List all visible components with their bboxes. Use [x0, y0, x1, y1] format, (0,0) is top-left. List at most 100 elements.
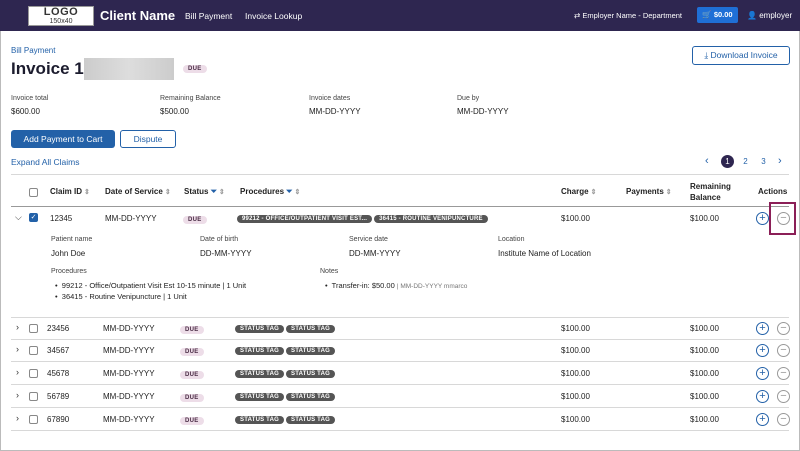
download-label: Download Invoice [710, 50, 778, 60]
col-actions: Actions [758, 187, 788, 196]
col-status[interactable]: Status ⏷ ⇕ [184, 187, 225, 197]
remaining-value: $100.00 [690, 214, 719, 223]
status-tag: STATUS TAG [286, 325, 335, 333]
page-2[interactable]: 2 [739, 155, 752, 168]
charge-value: $100.00 [561, 324, 590, 333]
claim-id: 12345 [50, 214, 73, 223]
page-3[interactable]: 3 [757, 155, 770, 168]
table-header-divider [11, 206, 789, 207]
expand-all-claims[interactable]: Expand All Claims [11, 157, 80, 167]
expand-chevron-icon[interactable]: › [16, 367, 19, 377]
sort-icon: ⇕ [665, 189, 672, 196]
add-to-cart-icon[interactable]: + [756, 212, 769, 225]
user-menu[interactable]: 👤 employer [747, 11, 792, 20]
add-to-cart-icon[interactable]: + [756, 322, 769, 335]
dob-value: DD-MM-YYYY [200, 249, 252, 258]
status-badge: DUE [180, 392, 204, 402]
expand-chevron-icon[interactable]: › [16, 344, 19, 354]
claim-id: 34567 [47, 346, 70, 355]
add-to-cart-icon[interactable]: + [756, 367, 769, 380]
expand-chevron-icon[interactable]: › [16, 390, 19, 400]
status-tags: STATUS TAG STATUS TAG [235, 323, 337, 333]
remaining-value: $100.00 [690, 369, 719, 378]
add-to-cart-icon[interactable]: + [756, 390, 769, 403]
logo: LOGO 150x40 [28, 6, 94, 26]
employer-switcher[interactable]: ⇄ Employer Name - Department [574, 11, 682, 20]
nav-invoice-lookup[interactable]: Invoice Lookup [245, 11, 302, 21]
row-divider [11, 407, 789, 408]
status-badge: DUE [180, 324, 204, 334]
claim-id: 56789 [47, 392, 70, 401]
add-payment-button[interactable]: Add Payment to Cart [11, 130, 115, 148]
cart-button[interactable]: 🛒 $0.00 [697, 7, 738, 23]
dispute-button[interactable]: Dispute [120, 130, 176, 148]
status-tag: STATUS TAG [235, 347, 284, 355]
remaining-value: $100.00 [690, 346, 719, 355]
col-date[interactable]: Date of Service ⇕ [105, 187, 171, 196]
sort-icon: ⇕ [590, 189, 597, 196]
row-checkbox[interactable] [29, 369, 38, 378]
col-claim-id[interactable]: Claim ID ⇕ [50, 187, 90, 196]
procedure-tag: 36415 - ROUTINE VENIPUNCTURE [374, 215, 488, 223]
procedure-tag: 99212 - OFFICE/OUTPATIENT VISIT EST... [237, 215, 373, 223]
charge-value: $100.00 [561, 346, 590, 355]
remove-icon[interactable]: − [777, 322, 790, 335]
summary-value-due: MM-DD-YYYY [457, 107, 509, 116]
select-all-checkbox[interactable] [29, 188, 38, 197]
add-to-cart-icon[interactable]: + [756, 344, 769, 357]
row-checkbox[interactable] [29, 392, 38, 401]
sort-icon: ⇕ [164, 189, 171, 196]
row-checkbox[interactable] [29, 324, 38, 333]
charge-value: $100.00 [561, 392, 590, 401]
user-name: employer [759, 11, 793, 20]
nav-bill-payment[interactable]: Bill Payment [185, 11, 232, 21]
service-date: MM-DD-YYYY [105, 214, 157, 223]
logo-size: 150x40 [49, 18, 73, 25]
cart-icon: 🛒 [702, 10, 712, 19]
sort-icon: ⇕ [218, 189, 225, 196]
remaining-value: $100.00 [690, 392, 719, 401]
service-date: MM-DD-YYYY [103, 415, 155, 424]
row-checkbox[interactable] [29, 346, 38, 355]
breadcrumb[interactable]: Bill Payment [11, 46, 55, 55]
expand-chevron-icon[interactable]: › [16, 413, 19, 423]
charge-value: $100.00 [561, 214, 590, 223]
status-tag: STATUS TAG [235, 370, 284, 378]
row-checkbox[interactable] [29, 415, 38, 424]
service-date: MM-DD-YYYY [103, 392, 155, 401]
page-1[interactable]: 1 [721, 155, 734, 168]
dob-label: Date of birth [200, 236, 239, 243]
remove-icon[interactable]: − [777, 390, 790, 403]
remove-icon[interactable]: − [777, 367, 790, 380]
col-procedures[interactable]: Procedures ⏷ ⇕ [240, 187, 300, 197]
highlight-box [769, 202, 796, 235]
col-payments[interactable]: Payments ⇕ [626, 187, 672, 196]
col-remaining-balance[interactable]: Remaining Balance [690, 181, 731, 203]
row-divider [11, 384, 789, 385]
collapse-chevron-icon[interactable]: ⌵ [15, 212, 22, 223]
summary-label-due: Due by [457, 95, 480, 102]
top-nav: LOGO 150x40 Client Name Bill Payment Inv… [0, 0, 800, 31]
remove-icon[interactable]: − [777, 413, 790, 426]
expand-chevron-icon[interactable]: › [16, 322, 19, 332]
prev-page-icon[interactable]: ‹ [705, 155, 709, 167]
row-checkbox[interactable]: ✓ [29, 213, 38, 222]
patient-name: John Doe [51, 249, 86, 258]
sort-icon: ⇕ [84, 189, 90, 196]
download-invoice-button[interactable]: ⤓ Download Invoice [692, 46, 790, 65]
invoice-status-badge: DUE [183, 63, 207, 73]
table-top-divider [11, 174, 789, 175]
filter-icon[interactable]: ⏷ [210, 187, 216, 196]
user-icon: 👤 [747, 11, 757, 20]
page-title: Invoice 1 [11, 59, 84, 78]
col-charge[interactable]: Charge ⇕ [561, 187, 596, 196]
row-divider [11, 430, 789, 431]
patient-label: Patient name [51, 236, 93, 243]
service-date: MM-DD-YYYY [103, 346, 155, 355]
summary-value-remaining: $500.00 [160, 107, 189, 116]
add-to-cart-icon[interactable]: + [756, 413, 769, 426]
filter-icon[interactable]: ⏷ [286, 187, 292, 196]
status-tag: STATUS TAG [286, 370, 335, 378]
next-page-icon[interactable]: › [778, 155, 782, 167]
remove-icon[interactable]: − [777, 344, 790, 357]
